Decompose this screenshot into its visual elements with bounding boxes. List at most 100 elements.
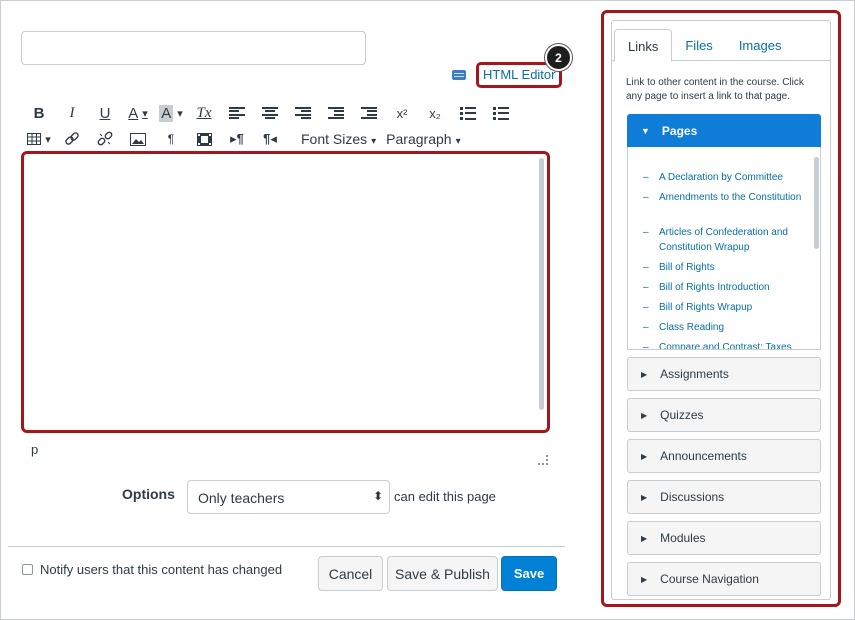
align-center-icon <box>262 107 278 119</box>
link-button[interactable] <box>58 128 86 150</box>
list-item[interactable]: – Bill of Rights Introduction <box>643 280 803 295</box>
page-link[interactable]: Class Reading <box>659 320 724 335</box>
dash-icon: – <box>643 282 649 293</box>
list-item[interactable]: – Amendments to the Constitution <box>643 190 803 205</box>
link-icon <box>65 132 79 145</box>
html-editor-toggle[interactable]: HTML Editor <box>452 62 563 88</box>
notify-users-option[interactable]: Notify users that this content has chang… <box>22 562 282 577</box>
align-right-icon <box>295 107 311 119</box>
background-color-button[interactable]: A <box>157 102 185 124</box>
list-item[interactable]: – Compare and Contrast: Taxes <box>643 340 803 349</box>
bulleted-list-button[interactable] <box>454 102 482 124</box>
section-label: Assignments <box>660 367 729 381</box>
unlink-icon <box>97 131 113 146</box>
page-link[interactable]: Compare and Contrast: Taxes <box>659 340 792 349</box>
list-item[interactable]: – Class Reading <box>643 320 803 335</box>
list-item[interactable]: – Bill of Rights Wrapup <box>643 300 803 315</box>
page-link[interactable]: Bill of Rights Introduction <box>659 280 770 295</box>
font-sizes-dropdown[interactable]: Font Sizes ▾ <box>301 131 376 147</box>
save-and-publish-button[interactable]: Save & Publish <box>387 556 498 591</box>
editor-scrollbar[interactable] <box>539 158 544 410</box>
pages-header-label: Pages <box>661 123 698 138</box>
save-button[interactable]: Save <box>501 556 557 591</box>
notify-checkbox[interactable] <box>22 564 33 575</box>
font-sizes-label: Font Sizes <box>301 131 368 147</box>
numbered-list-icon <box>493 106 509 120</box>
page-link[interactable]: A Declaration by Committee <box>659 170 783 185</box>
align-left-button[interactable] <box>223 102 251 124</box>
clear-formatting-button[interactable]: Tx <box>190 102 218 124</box>
numbered-list-button[interactable] <box>487 102 515 124</box>
media-button[interactable] <box>190 128 218 150</box>
bulleted-list-icon <box>460 106 476 120</box>
dash-icon: – <box>643 227 649 238</box>
page-title-input[interactable] <box>21 31 366 65</box>
page-link[interactable]: Bill of Rights <box>659 260 715 275</box>
indent-button[interactable] <box>355 102 383 124</box>
underline-button[interactable]: U <box>91 102 119 124</box>
page-link[interactable]: Amendments to the Constitution <box>659 190 801 205</box>
pages-list[interactable]: – A Declaration by Committee – Amendments … <box>627 147 821 350</box>
section-quizzes[interactable]: ▶ Quizzes <box>627 398 821 432</box>
links-help-text: Link to other content in the course. Cli… <box>626 77 804 102</box>
italic-button[interactable]: I <box>58 102 86 124</box>
tab-images[interactable]: Images <box>726 29 795 61</box>
pages-scrollbar[interactable] <box>814 157 819 249</box>
align-center-button[interactable] <box>256 102 284 124</box>
section-announcements[interactable]: ▶ Announcements <box>627 439 821 473</box>
unlink-button[interactable] <box>91 128 119 150</box>
paragraph-mark-button[interactable]: ¶ <box>157 128 185 150</box>
cancel-button[interactable]: Cancel <box>318 556 383 591</box>
rtl-button[interactable]: ¶◂ <box>256 128 284 150</box>
list-item[interactable]: – A Declaration by Committee <box>643 170 803 185</box>
resize-handle-icon[interactable] <box>538 455 548 465</box>
element-path: p <box>31 442 39 457</box>
tab-files[interactable]: Files <box>672 29 725 61</box>
options-suffix: can edit this page <box>394 489 496 504</box>
page-link[interactable]: Bill of Rights Wrapup <box>659 300 752 315</box>
notify-label: Notify users that this content has chang… <box>40 562 283 577</box>
image-button[interactable] <box>124 128 152 150</box>
rich-content-editor[interactable] <box>21 151 550 433</box>
list-item[interactable]: – Articles of Confederation and Constitut… <box>643 225 803 255</box>
section-course-navigation[interactable]: ▶ Course Navigation <box>627 562 821 596</box>
edit-permission-select[interactable]: Only teachers <box>187 480 390 514</box>
section-label: Quizzes <box>660 408 704 422</box>
list-item[interactable]: – Bill of Rights <box>643 260 803 275</box>
caret-right-icon: ▶ <box>641 574 648 584</box>
background-color-icon: A <box>159 104 174 122</box>
bold-button[interactable]: B <box>25 102 53 124</box>
superscript-button[interactable]: x² <box>388 102 416 124</box>
align-right-button[interactable] <box>289 102 317 124</box>
text-color-icon: A <box>128 104 139 122</box>
toolbar-row-1: B I U A A Tx x² x₂ <box>25 102 520 124</box>
page-link[interactable]: Articles of Confederation and Constituti… <box>659 225 803 255</box>
tab-links[interactable]: Links <box>614 29 673 62</box>
pages-section-header[interactable]: ▼ Pages <box>627 114 821 147</box>
align-left-icon <box>229 107 245 119</box>
sidebar-tabs: Links Files Images <box>612 29 830 62</box>
ltr-button[interactable]: ▸¶ <box>223 128 251 150</box>
section-discussions[interactable]: ▶ Discussions <box>627 480 821 514</box>
content-sidebar: Links Files Images Link to other content… <box>601 10 841 607</box>
paragraph-label: Paragraph <box>386 131 452 147</box>
table-icon <box>27 133 42 145</box>
indent-icon <box>361 107 377 119</box>
callout-badge-2: 2 <box>545 44 572 71</box>
section-label: Modules <box>660 531 706 545</box>
paragraph-dropdown[interactable]: Paragraph ▾ <box>386 131 460 147</box>
section-modules[interactable]: ▶ Modules <box>627 521 821 555</box>
subscript-button[interactable]: x₂ <box>421 102 449 124</box>
toolbar-row-2: ¶ ▸¶ ¶◂ Font Sizes▾ Paragraph▾ <box>25 128 467 150</box>
table-button[interactable] <box>25 128 53 150</box>
section-label: Course Navigation <box>660 572 759 586</box>
caret-right-icon: ▶ <box>641 492 648 502</box>
caret-right-icon: ▶ <box>641 451 648 461</box>
outdent-icon <box>328 107 344 119</box>
text-color-button[interactable]: A <box>124 102 152 124</box>
dash-icon: – <box>643 322 649 333</box>
section-assignments[interactable]: ▶ Assignments <box>627 357 821 391</box>
outdent-button[interactable] <box>322 102 350 124</box>
section-label: Announcements <box>660 449 747 463</box>
options-label: Options <box>122 486 175 502</box>
